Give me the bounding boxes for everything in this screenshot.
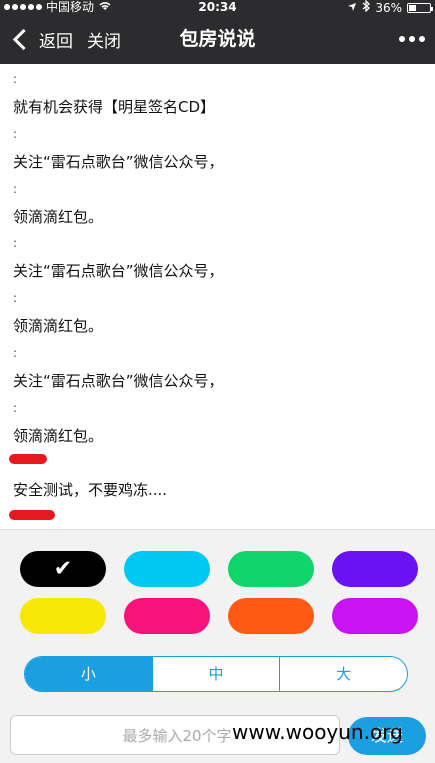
watermark: www.wooyun.org bbox=[232, 720, 403, 744]
color-swatch[interactable] bbox=[20, 598, 106, 634]
content-line: 领滴滴红包。 bbox=[13, 427, 104, 445]
size-option-small[interactable]: 小 bbox=[25, 657, 152, 691]
chevron-left-icon[interactable] bbox=[12, 28, 35, 50]
message-content: : 就有机会获得【明星签名CD】 : 关注“雷石点歌台”微信公众号， : 领滴滴… bbox=[0, 64, 435, 529]
content-line: 安全测试，不要鸡冻.... bbox=[13, 481, 168, 499]
content-line: : bbox=[13, 127, 18, 141]
color-swatch[interactable] bbox=[332, 551, 418, 587]
battery-icon bbox=[407, 2, 433, 13]
size-option-large[interactable]: 大 bbox=[279, 657, 407, 691]
nav-bar: 返回 关闭 包房说说 bbox=[0, 14, 435, 64]
content-line: 关注“雷石点歌台”微信公众号， bbox=[13, 153, 224, 171]
location-icon bbox=[347, 1, 357, 15]
font-size-selector: 小 中 大 bbox=[24, 656, 408, 692]
color-swatch[interactable] bbox=[124, 551, 210, 587]
battery-percent: 36% bbox=[375, 0, 402, 15]
content-line: : bbox=[13, 72, 18, 86]
bluetooth-icon bbox=[362, 0, 371, 15]
content-line: 关注“雷石点歌台”微信公众号， bbox=[13, 372, 224, 390]
color-swatch[interactable] bbox=[228, 551, 314, 587]
status-bar: 中国移动 20:34 36% bbox=[0, 0, 435, 15]
content-line: : bbox=[13, 291, 18, 305]
back-button[interactable]: 返回 bbox=[39, 27, 73, 52]
close-button[interactable]: 关闭 bbox=[87, 27, 121, 52]
content-line: : bbox=[13, 182, 18, 196]
more-menu-icon[interactable] bbox=[399, 14, 425, 64]
content-line: : bbox=[13, 236, 18, 250]
color-swatch[interactable] bbox=[228, 598, 314, 634]
nav-left: 返回 关闭 bbox=[10, 14, 121, 64]
redaction-mark bbox=[9, 454, 47, 464]
content-line: : bbox=[13, 401, 18, 415]
color-swatch[interactable]: ✔ bbox=[20, 551, 106, 587]
color-swatch[interactable] bbox=[332, 598, 418, 634]
redaction-mark bbox=[9, 510, 55, 520]
size-option-medium[interactable]: 中 bbox=[151, 657, 280, 691]
content-line: 领滴滴红包。 bbox=[13, 208, 104, 226]
content-line: 领滴滴红包。 bbox=[13, 317, 104, 335]
color-swatch[interactable] bbox=[124, 598, 210, 634]
content-line: 关注“雷石点歌台”微信公众号， bbox=[13, 262, 224, 280]
checkmark-icon: ✔ bbox=[53, 556, 73, 582]
content-line: : bbox=[13, 346, 18, 360]
content-line: 就有机会获得【明星签名CD】 bbox=[13, 98, 216, 116]
status-right: 36% bbox=[347, 0, 433, 15]
